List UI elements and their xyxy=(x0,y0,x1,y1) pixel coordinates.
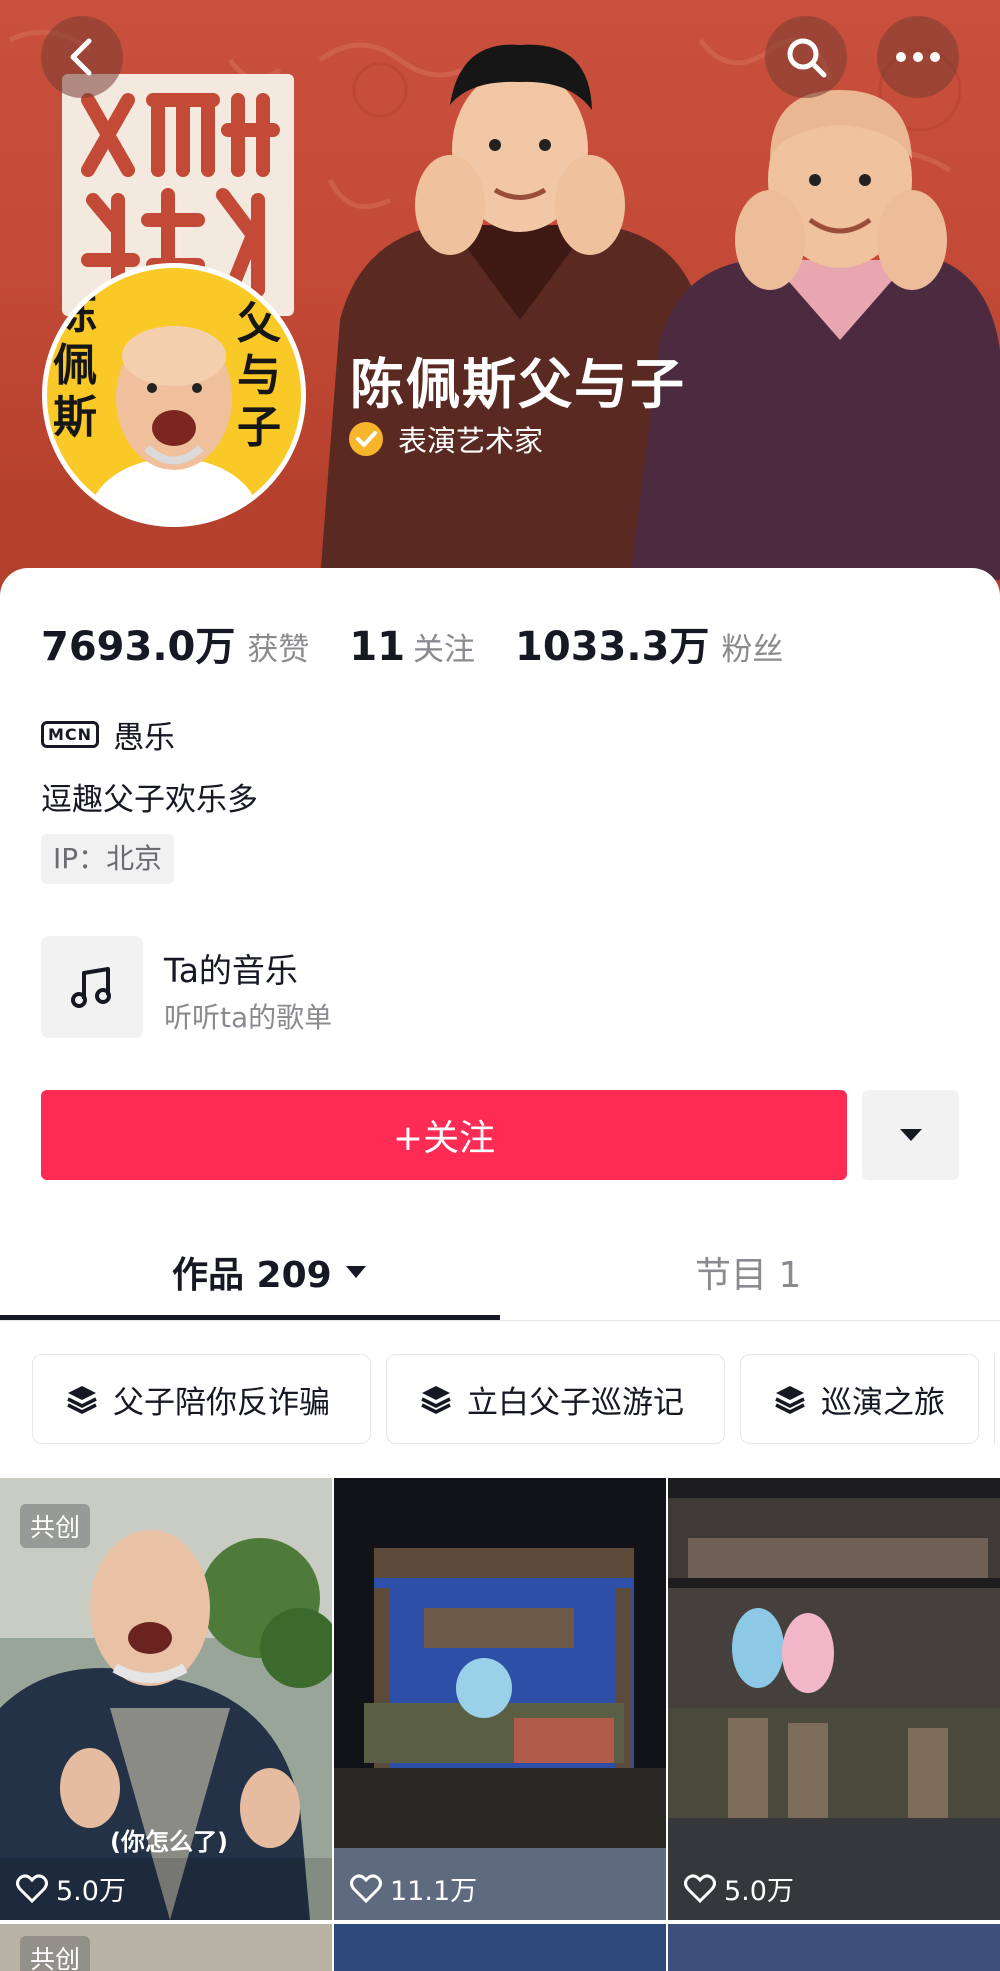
avatar-text-right: 父与子 xyxy=(237,298,281,453)
co-creation-badge: 共创 xyxy=(20,1936,91,1971)
ip-location-tag: IP：北京 xyxy=(41,834,175,884)
more-button[interactable] xyxy=(877,16,959,98)
collection-label: 巡演之旅 xyxy=(821,1384,945,1421)
layers-icon xyxy=(421,1386,451,1414)
mcn-name: 愚乐 xyxy=(113,720,176,756)
profile-name: 陈佩斯父与子 xyxy=(350,353,686,416)
heart-icon xyxy=(350,1873,382,1903)
video-likes-count: 11.1万 xyxy=(390,1876,478,1907)
recommend-dropdown-button[interactable] xyxy=(862,1090,959,1180)
following-label[interactable]: 关注 xyxy=(413,624,475,669)
fans-label[interactable]: 粉丝 xyxy=(721,624,783,669)
collection-chip-overflow xyxy=(994,1354,1000,1444)
video-likes-count: 5.0万 xyxy=(724,1876,794,1907)
caret-down-icon xyxy=(899,1129,922,1141)
search-icon xyxy=(787,38,827,78)
collection-chip[interactable]: 父子陪你反诈骗 xyxy=(32,1354,371,1444)
music-cover[interactable] xyxy=(41,936,143,1038)
bio-text: 逗趣父子欢乐多 xyxy=(41,782,258,818)
tab-works[interactable]: 作品 209 xyxy=(172,1246,368,1298)
verified-check-icon xyxy=(349,422,383,456)
video-cover xyxy=(334,1478,666,1920)
layers-icon xyxy=(775,1386,805,1414)
chevron-left-icon xyxy=(70,38,92,76)
mcn-badge: MCN xyxy=(41,721,100,748)
verify-label: 表演艺术家 xyxy=(398,424,544,458)
avatar-image: 陈佩斯 父与子 xyxy=(47,268,301,522)
avatar-text-left: 陈佩斯 xyxy=(53,288,97,443)
layers-icon xyxy=(67,1386,97,1414)
video-likes: 5.0万 xyxy=(684,1869,794,1908)
caret-down-icon xyxy=(345,1266,366,1278)
avatar[interactable]: 陈佩斯 父与子 xyxy=(42,263,306,527)
music-subtitle: 听听ta的歌单 xyxy=(164,1001,333,1034)
search-button[interactable] xyxy=(765,16,847,98)
more-dots-icon xyxy=(896,52,940,62)
following-count[interactable]: 11 xyxy=(349,624,405,670)
follow-label: +关注 xyxy=(392,1118,496,1159)
collection-label: 父子陪你反诈骗 xyxy=(113,1384,330,1421)
video-thumbnail[interactable]: 5.0万 xyxy=(668,1478,1000,1920)
heart-icon xyxy=(684,1873,716,1903)
video-likes: 11.1万 xyxy=(350,1869,477,1908)
collection-chip[interactable]: 立白父子巡游记 xyxy=(386,1354,725,1444)
tab-programs-label: 节目 1 xyxy=(695,1255,802,1296)
music-note-icon xyxy=(71,967,111,1008)
verify-row: 表演艺术家 xyxy=(348,418,543,460)
music-title[interactable]: Ta的音乐 xyxy=(164,944,298,992)
collection-chip[interactable]: 巡演之旅 xyxy=(740,1354,979,1444)
mcn-row[interactable]: MCN 愚乐 xyxy=(41,712,175,757)
co-creation-badge: 共创 xyxy=(20,1504,91,1548)
video-thumbnail[interactable]: 共创 xyxy=(0,1924,332,1971)
tabs-divider xyxy=(0,1320,1000,1321)
likes-count: 7693.0万 xyxy=(41,624,236,670)
heart-icon xyxy=(16,1873,48,1903)
video-cover xyxy=(668,1478,1000,1920)
video-likes-count: 5.0万 xyxy=(56,1876,126,1907)
follow-button[interactable]: +关注 xyxy=(41,1090,847,1180)
collection-label: 立白父子巡游记 xyxy=(467,1384,684,1421)
banner-portrait xyxy=(320,44,1000,580)
tab-works-label: 作品 209 xyxy=(172,1255,332,1296)
stats-row: 7693.0万 获赞 11 关注 1033.3万 粉丝 xyxy=(41,614,783,672)
video-caption: (你怎么了) xyxy=(110,1828,228,1856)
tab-programs[interactable]: 节目 1 xyxy=(695,1246,801,1298)
back-button[interactable] xyxy=(41,16,123,98)
video-thumbnail[interactable] xyxy=(334,1924,666,1971)
video-likes: 5.0万 xyxy=(16,1869,126,1908)
video-thumbnail[interactable] xyxy=(668,1924,1000,1971)
fans-count[interactable]: 1033.3万 xyxy=(515,614,709,672)
video-thumbnail[interactable]: 共创 (你怎么了) 5.0万 xyxy=(0,1478,332,1920)
likes-label: 获赞 xyxy=(247,632,310,668)
video-thumbnail[interactable]: 11.1万 xyxy=(334,1478,666,1920)
